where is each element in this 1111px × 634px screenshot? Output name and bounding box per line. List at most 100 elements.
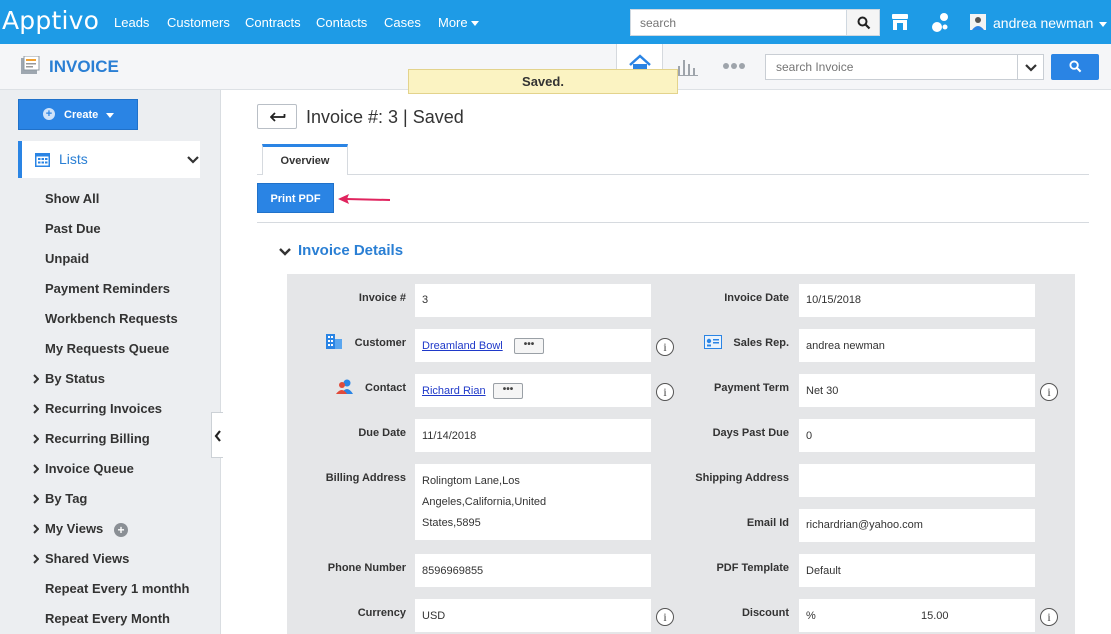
nav-link-more[interactable]: More [438, 15, 479, 30]
billing-address-line-3: States,5895 [422, 517, 481, 529]
nav-link-cases[interactable]: Cases [384, 15, 421, 30]
chevron-down-icon [1025, 64, 1037, 72]
sidebar-item-by-status[interactable]: By Status [45, 371, 105, 386]
payment-term-info-icon[interactable]: i [1040, 383, 1058, 401]
phone-number-label: Phone Number [327, 562, 406, 574]
user-menu[interactable]: andrea newman [993, 15, 1108, 31]
search-icon [857, 16, 871, 30]
pdf-template-field[interactable]: Default [799, 554, 1035, 587]
calendar-list-icon [35, 153, 50, 167]
contact-link[interactable]: Richard Rian [422, 385, 486, 397]
shipping-address-field[interactable] [799, 464, 1035, 497]
phone-number-field[interactable]: 8596969855 [415, 554, 651, 587]
app-store-icon[interactable] [890, 12, 910, 32]
customer-link[interactable]: Dreamland Bowl [422, 340, 503, 352]
global-search-button[interactable] [846, 9, 880, 36]
email-label: Email Id [746, 517, 789, 529]
chevron-down-icon[interactable] [279, 247, 291, 257]
customer-info-icon[interactable]: i [656, 338, 674, 356]
invoice-date-field[interactable]: 10/15/2018 [799, 284, 1035, 317]
connected-apps-icon[interactable] [930, 12, 950, 34]
sidebar-item-show-all[interactable]: Show All [45, 191, 99, 206]
apptivo-logo[interactable]: Apptivo [2, 6, 99, 35]
sidebar-collapse-handle[interactable] [211, 412, 223, 458]
discount-unit: % [806, 610, 816, 622]
sidebar-item-invoice-queue[interactable]: Invoice Queue [45, 461, 134, 476]
sidebar-item-repeat-every-1-monthh[interactable]: Repeat Every 1 monthh [45, 581, 190, 596]
nav-link-contacts[interactable]: Contacts [316, 15, 367, 30]
billing-address-line-1: Rolingtom Lane,Los [422, 475, 520, 487]
back-button[interactable] [257, 104, 297, 129]
nav-link-contracts[interactable]: Contracts [245, 15, 301, 30]
chevron-right-icon [33, 434, 39, 444]
section-title-invoice-details[interactable]: Invoice Details [298, 242, 403, 259]
tab-divider [257, 174, 1089, 175]
invoice-date-label: Invoice Date [724, 292, 789, 304]
phone-number-value: 8596969855 [422, 565, 484, 577]
contact-info-icon[interactable]: i [656, 383, 674, 401]
chevron-right-icon [33, 494, 39, 504]
sidebar-item-repeat-every-month[interactable]: Repeat Every Month [45, 611, 170, 626]
discount-value: 15.00 [921, 610, 949, 622]
caret-down-icon [1099, 21, 1108, 27]
sidebar-item-by-tag[interactable]: By Tag [45, 491, 87, 506]
user-icon [970, 14, 986, 30]
sidebar-item-shared-views[interactable]: Shared Views [45, 551, 129, 566]
currency-info-icon[interactable]: i [656, 608, 674, 626]
due-date-field[interactable]: 11/14/2018 [415, 419, 651, 452]
nav-link-customers[interactable]: Customers [167, 15, 230, 30]
due-date-value: 11/14/2018 [422, 430, 477, 442]
sidebar-item-recurring-invoices[interactable]: Recurring Invoices [45, 401, 162, 416]
caret-down-icon [470, 21, 479, 27]
page-title: Invoice #: 3 | Saved [306, 107, 464, 127]
discount-label: Discount [741, 607, 789, 619]
email-value: richardrian@yahoo.com [806, 519, 923, 531]
invoice-no-field[interactable]: 3 [415, 284, 651, 317]
contact-more-button[interactable]: ••• [493, 383, 523, 399]
sales-rep-field[interactable]: andrea newman [799, 329, 1035, 362]
payment-term-field[interactable]: Net 30 [799, 374, 1035, 407]
sidebar-item-recurring-billing[interactable]: Recurring Billing [45, 431, 150, 446]
app-title[interactable]: INVOICE [49, 57, 119, 77]
currency-field[interactable]: USD [415, 599, 651, 632]
pdf-template-label: PDF Template [716, 562, 789, 574]
invoice-search-button[interactable] [1051, 54, 1099, 80]
sidebar-item-workbench-requests[interactable]: Workbench Requests [45, 311, 178, 326]
sidebar-item-unpaid[interactable]: Unpaid [45, 251, 89, 266]
plus-circle-icon: + [43, 108, 55, 120]
sales-rep-value: andrea newman [806, 340, 885, 352]
bar-chart-icon[interactable] [676, 56, 698, 76]
invoice-search-dropdown[interactable] [1017, 54, 1044, 80]
user-name-label: andrea newman [993, 15, 1094, 31]
more-options-icon[interactable] [722, 61, 746, 71]
customer-label: Customer [354, 337, 406, 349]
days-past-due-field[interactable]: 0 [799, 419, 1035, 452]
sidebar-item-past-due[interactable]: Past Due [45, 221, 101, 236]
user-avatar[interactable] [970, 14, 986, 30]
nav-link-leads[interactable]: Leads [114, 15, 149, 30]
chevron-right-icon [33, 404, 39, 414]
create-button[interactable]: + Create [18, 99, 138, 130]
sidebar-item-my-requests-queue[interactable]: My Requests Queue [45, 341, 169, 356]
discount-info-icon[interactable]: i [1040, 608, 1058, 626]
section-divider [257, 222, 1089, 223]
tab-overview[interactable]: Overview [262, 144, 348, 175]
invoice-search-input[interactable] [765, 54, 1018, 80]
discount-field[interactable]: % 15.00 [799, 599, 1035, 632]
add-view-icon[interactable]: + [114, 523, 128, 537]
print-pdf-button[interactable]: Print PDF [257, 183, 334, 213]
contact-label: Contact [365, 382, 406, 394]
sidebar-item-payment-reminders[interactable]: Payment Reminders [45, 281, 170, 296]
lists-label: Lists [59, 151, 88, 167]
nav-more-label: More [438, 15, 468, 30]
sidebar-item-my-views[interactable]: My Views [45, 521, 103, 536]
billing-address-field[interactable]: Rolingtom Lane,Los Angeles,California,Un… [415, 464, 651, 540]
email-field[interactable]: richardrian@yahoo.com [799, 509, 1035, 542]
customer-more-button[interactable]: ••• [514, 338, 544, 354]
search-icon [1069, 60, 1082, 73]
customer-field: Dreamland Bowl ••• [415, 329, 651, 362]
pdf-template-value: Default [806, 565, 841, 577]
top-nav: Apptivo Leads Customers Contracts Contac… [0, 0, 1111, 44]
lists-dropdown[interactable]: Lists [18, 141, 200, 178]
global-search-input[interactable] [630, 9, 847, 36]
